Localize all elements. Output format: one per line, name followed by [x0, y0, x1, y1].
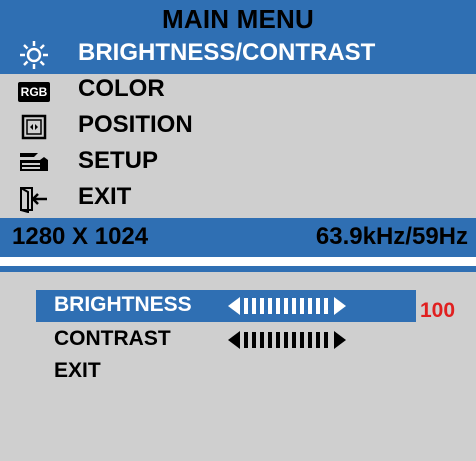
submenu-item-label: CONTRAST: [54, 327, 171, 350]
slider-ticks: [244, 332, 328, 348]
submenu-item-label: BRIGHTNESS: [54, 293, 192, 316]
submenu-top-bar: [0, 266, 476, 272]
submenu-item-exit[interactable]: EXIT: [36, 356, 416, 388]
submenu-item-contrast[interactable]: CONTRAST: [36, 324, 416, 356]
sun-icon: [14, 38, 54, 72]
main-menu-panel: MAIN MENU BRIGHTNESS/CONTRAST RGB COLOR: [0, 0, 476, 257]
frequency-readout: 63.9kHz/59Hz: [315, 223, 468, 250]
menu-item-label: EXIT: [78, 183, 132, 210]
slider-decrease-arrow-icon: [228, 331, 240, 349]
status-bar: 1280 X 1024 63.9kHz/59Hz: [0, 218, 476, 257]
menu-item-label: COLOR: [78, 75, 165, 102]
menu-item-exit[interactable]: EXIT: [0, 180, 476, 218]
submenu-item-brightness[interactable]: BRIGHTNESS: [36, 290, 416, 322]
exit-door-icon: [14, 182, 54, 216]
menu-item-color[interactable]: RGB COLOR: [0, 72, 476, 110]
menu-item-brightness-contrast[interactable]: BRIGHTNESS/CONTRAST: [0, 36, 476, 74]
brightness-contrast-submenu: BRIGHTNESS CONTRAST EXIT: [0, 266, 476, 461]
contrast-slider[interactable]: [226, 329, 412, 351]
brightness-value: 100: [420, 299, 456, 322]
position-icon: [14, 110, 54, 144]
slider-increase-arrow-icon: [334, 297, 346, 315]
menu-item-setup[interactable]: SETUP: [0, 144, 476, 182]
slider-ticks: [244, 298, 328, 314]
menu-item-label: BRIGHTNESS/CONTRAST: [78, 39, 376, 66]
slider-decrease-arrow-icon: [228, 297, 240, 315]
rgb-icon: RGB: [14, 75, 54, 109]
menu-item-position[interactable]: POSITION: [0, 108, 476, 146]
menu-item-label: SETUP: [78, 147, 159, 174]
main-menu-title-bar: MAIN MENU: [0, 0, 476, 36]
brightness-slider[interactable]: [226, 295, 412, 317]
resolution-readout: 1280 X 1024: [12, 223, 149, 250]
main-menu-title: MAIN MENU: [161, 4, 314, 34]
rgb-icon-text: RGB: [17, 82, 51, 102]
menu-item-label: POSITION: [78, 111, 193, 138]
setup-icon: [14, 146, 54, 180]
slider-increase-arrow-icon: [334, 331, 346, 349]
submenu-item-label: EXIT: [54, 359, 101, 382]
